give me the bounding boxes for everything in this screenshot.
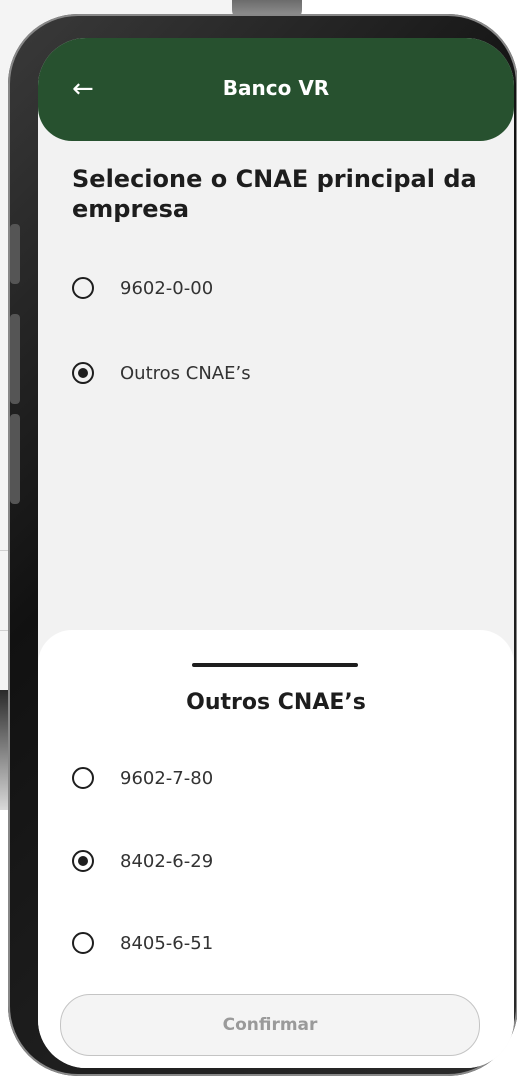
radio-button[interactable] <box>72 767 94 789</box>
radio-option-cnae-1[interactable]: 9602-0-00 <box>72 273 213 303</box>
app-header: ← Banco VR <box>38 38 514 141</box>
sheet-title: Outros CNAE’s <box>186 690 366 715</box>
phone-frame: ← Banco VR Selecione o CNAE principal da… <box>8 14 517 1076</box>
bottom-sheet: Outros CNAE’s 9602-7-80 8402-6-29 8405-6… <box>38 630 514 1068</box>
radio-option-label: 8402-6-29 <box>120 850 214 872</box>
radio-button[interactable] <box>72 277 94 299</box>
radio-option-label: Outros CNAE’s <box>120 362 251 384</box>
sheet-option-9602-7-80[interactable]: 9602-7-80 <box>72 763 213 793</box>
radio-option-label: 9602-7-80 <box>120 767 214 789</box>
phone-side-button <box>10 224 20 284</box>
radio-button-selected[interactable] <box>72 850 94 872</box>
phone-side-button <box>10 314 20 404</box>
confirm-button[interactable]: Confirmar <box>60 994 480 1056</box>
page-title: Selecione o CNAE principal da empresa <box>72 165 477 223</box>
sheet-option-8402-6-29[interactable]: 8402-6-29 <box>72 846 213 876</box>
radio-option-label: 9602-0-00 <box>120 277 214 299</box>
drag-handle[interactable] <box>192 663 358 667</box>
radio-option-label: 8405-6-51 <box>120 932 214 954</box>
sheet-option-8405-6-51[interactable]: 8405-6-51 <box>72 928 213 958</box>
phone-side-button <box>10 414 20 504</box>
radio-option-outros[interactable]: Outros CNAE’s <box>72 358 251 388</box>
app-title: Banco VR <box>222 76 330 100</box>
radio-button-selected[interactable] <box>72 362 94 384</box>
radio-button[interactable] <box>72 932 94 954</box>
app-screen: ← Banco VR Selecione o CNAE principal da… <box>38 38 514 1068</box>
